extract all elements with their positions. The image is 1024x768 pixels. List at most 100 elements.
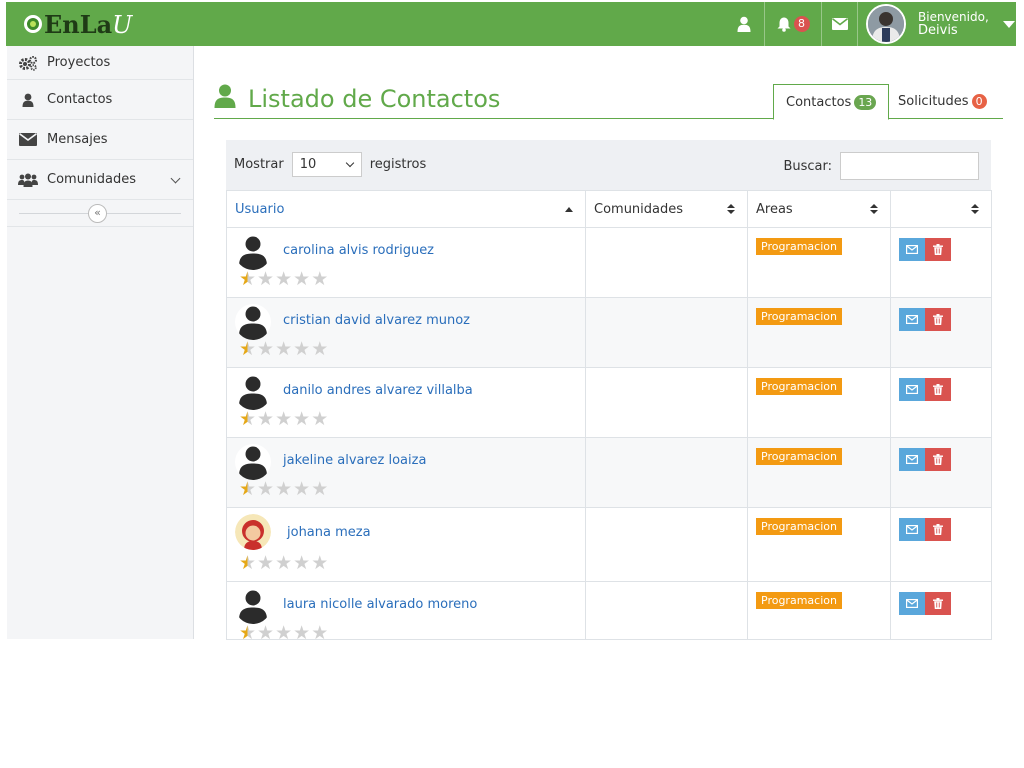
- contacts-table: Usuario Comunidades Areas carolina alvis…: [226, 190, 992, 643]
- envelope-icon: [831, 18, 848, 30]
- gears-icon: [17, 55, 39, 71]
- star-icon: ★: [257, 338, 275, 360]
- tab-contactos[interactable]: Contactos 13: [773, 84, 890, 120]
- caret-down-icon: [1002, 20, 1015, 28]
- actions-cell: [890, 437, 992, 508]
- user-icon: [737, 16, 751, 32]
- rating-stars: ★ ★ ★ ★ ★: [239, 480, 329, 499]
- user-menu[interactable]: Bienvenido, Deivis: [857, 2, 1016, 46]
- notifications-badge: 8: [793, 16, 810, 32]
- table-row: cristian david alvarez munoz ★ ★ ★ ★ ★ Program…: [226, 297, 992, 368]
- trash-icon: [933, 454, 943, 465]
- sidebar-item-proyectos[interactable]: Proyectos: [7, 46, 193, 80]
- actions-cell: [890, 297, 992, 368]
- actions-cell: [890, 367, 992, 438]
- sidebar-item-label: Mensajes: [47, 132, 108, 147]
- delete-contact-button[interactable]: [925, 448, 951, 471]
- star-icon: ★: [239, 478, 257, 500]
- star-icon: ★: [293, 622, 311, 644]
- delete-contact-button[interactable]: [925, 378, 951, 401]
- send-message-button[interactable]: [899, 378, 925, 401]
- search-label: Buscar:: [783, 158, 832, 174]
- star-icon: ★: [257, 268, 275, 290]
- sort-icon: [727, 204, 735, 215]
- delete-contact-button[interactable]: [925, 308, 951, 331]
- count-badge: 0: [971, 94, 987, 109]
- star-icon: ★: [275, 268, 293, 290]
- star-icon: ★: [311, 622, 329, 644]
- logo-mark-icon: [24, 15, 42, 33]
- envelope-icon: [906, 525, 918, 534]
- contact-name-link[interactable]: johana meza: [287, 525, 371, 540]
- communities-cell: [585, 227, 748, 298]
- contacts-nav-button[interactable]: [724, 2, 764, 46]
- trash-icon: [933, 524, 943, 535]
- notifications-button[interactable]: 8: [764, 2, 821, 46]
- column-header-usuario[interactable]: Usuario: [226, 190, 586, 228]
- user-cell: cristian david alvarez munoz ★ ★ ★ ★ ★: [226, 297, 586, 368]
- column-header-comunidades[interactable]: Comunidades: [585, 190, 748, 228]
- contact-name-link[interactable]: carolina alvis rodriguez: [283, 243, 434, 258]
- communities-cell: [585, 581, 748, 640]
- table-row: carolina alvis rodriguez ★ ★ ★ ★ ★ Programacio…: [226, 227, 992, 298]
- star-icon: ★: [275, 622, 293, 644]
- send-message-button[interactable]: [899, 448, 925, 471]
- user-cell: danilo andres alvarez villalba ★ ★ ★ ★ ★: [226, 367, 586, 438]
- user-name: Deivis: [918, 23, 958, 38]
- avatar: [866, 4, 906, 44]
- send-message-button[interactable]: [899, 592, 925, 615]
- star-icon: ★: [311, 338, 329, 360]
- envelope-icon: [906, 455, 918, 464]
- contact-name-link[interactable]: danilo andres alvarez villalba: [283, 383, 473, 398]
- sidebar-item-contactos[interactable]: Contactos: [7, 80, 193, 120]
- messages-button[interactable]: [821, 2, 857, 46]
- communities-cell: [585, 297, 748, 368]
- delete-contact-button[interactable]: [925, 518, 951, 541]
- sidebar-item-label: Contactos: [47, 92, 113, 107]
- rating-stars: ★ ★ ★ ★ ★: [239, 270, 329, 289]
- logo[interactable]: EnLaU: [24, 7, 132, 41]
- bell-icon: [777, 17, 790, 32]
- areas-cell: Programacion: [747, 581, 891, 640]
- avatar: [235, 304, 271, 340]
- chevron-down-icon: [170, 173, 181, 184]
- delete-contact-button[interactable]: [925, 592, 951, 615]
- send-message-button[interactable]: [899, 518, 925, 541]
- star-icon: ★: [311, 552, 329, 574]
- area-badge: Programacion: [756, 378, 842, 395]
- send-message-button[interactable]: [899, 308, 925, 331]
- star-icon: ★: [311, 408, 329, 430]
- top-navbar: EnLaU 8 Bienvenido, Deivis: [6, 2, 1016, 46]
- star-icon: ★: [293, 408, 311, 430]
- send-message-button[interactable]: [899, 238, 925, 261]
- tab-solicitudes[interactable]: Solicitudes 0: [886, 84, 999, 119]
- rating-stars: ★ ★ ★ ★ ★: [239, 624, 329, 643]
- envelope-icon: [906, 599, 918, 608]
- page-size-select[interactable]: 10: [291, 152, 362, 177]
- avatar: [235, 444, 271, 480]
- star-icon: ★: [275, 478, 293, 500]
- delete-contact-button[interactable]: [925, 238, 951, 261]
- contact-name-link[interactable]: jakeline alvarez loaiza: [283, 453, 426, 468]
- star-icon: ★: [257, 622, 275, 644]
- star-icon: ★: [239, 268, 257, 290]
- sidebar-item-comunidades[interactable]: Comunidades: [7, 160, 193, 200]
- actions-cell: [890, 227, 992, 298]
- communities-cell: [585, 507, 748, 582]
- star-icon: ★: [275, 408, 293, 430]
- avatar: [235, 374, 271, 410]
- column-header-actions[interactable]: [890, 190, 992, 228]
- star-icon: ★: [275, 552, 293, 574]
- sidebar-item-mensajes[interactable]: Mensajes: [7, 120, 193, 160]
- sidebar: Proyectos Contactos Mensajes Comunidades…: [7, 46, 194, 639]
- star-icon: ★: [239, 622, 257, 644]
- column-header-areas[interactable]: Areas: [747, 190, 891, 228]
- users-icon: [17, 173, 39, 187]
- search-input[interactable]: [840, 152, 979, 180]
- user-cell: johana meza ★ ★ ★ ★ ★: [226, 507, 586, 582]
- collapse-sidebar-button[interactable]: «: [88, 204, 107, 223]
- avatar: [235, 234, 271, 270]
- star-icon: ★: [293, 552, 311, 574]
- contact-name-link[interactable]: cristian david alvarez munoz: [283, 313, 470, 328]
- contact-name-link[interactable]: laura nicolle alvarado moreno: [283, 597, 477, 612]
